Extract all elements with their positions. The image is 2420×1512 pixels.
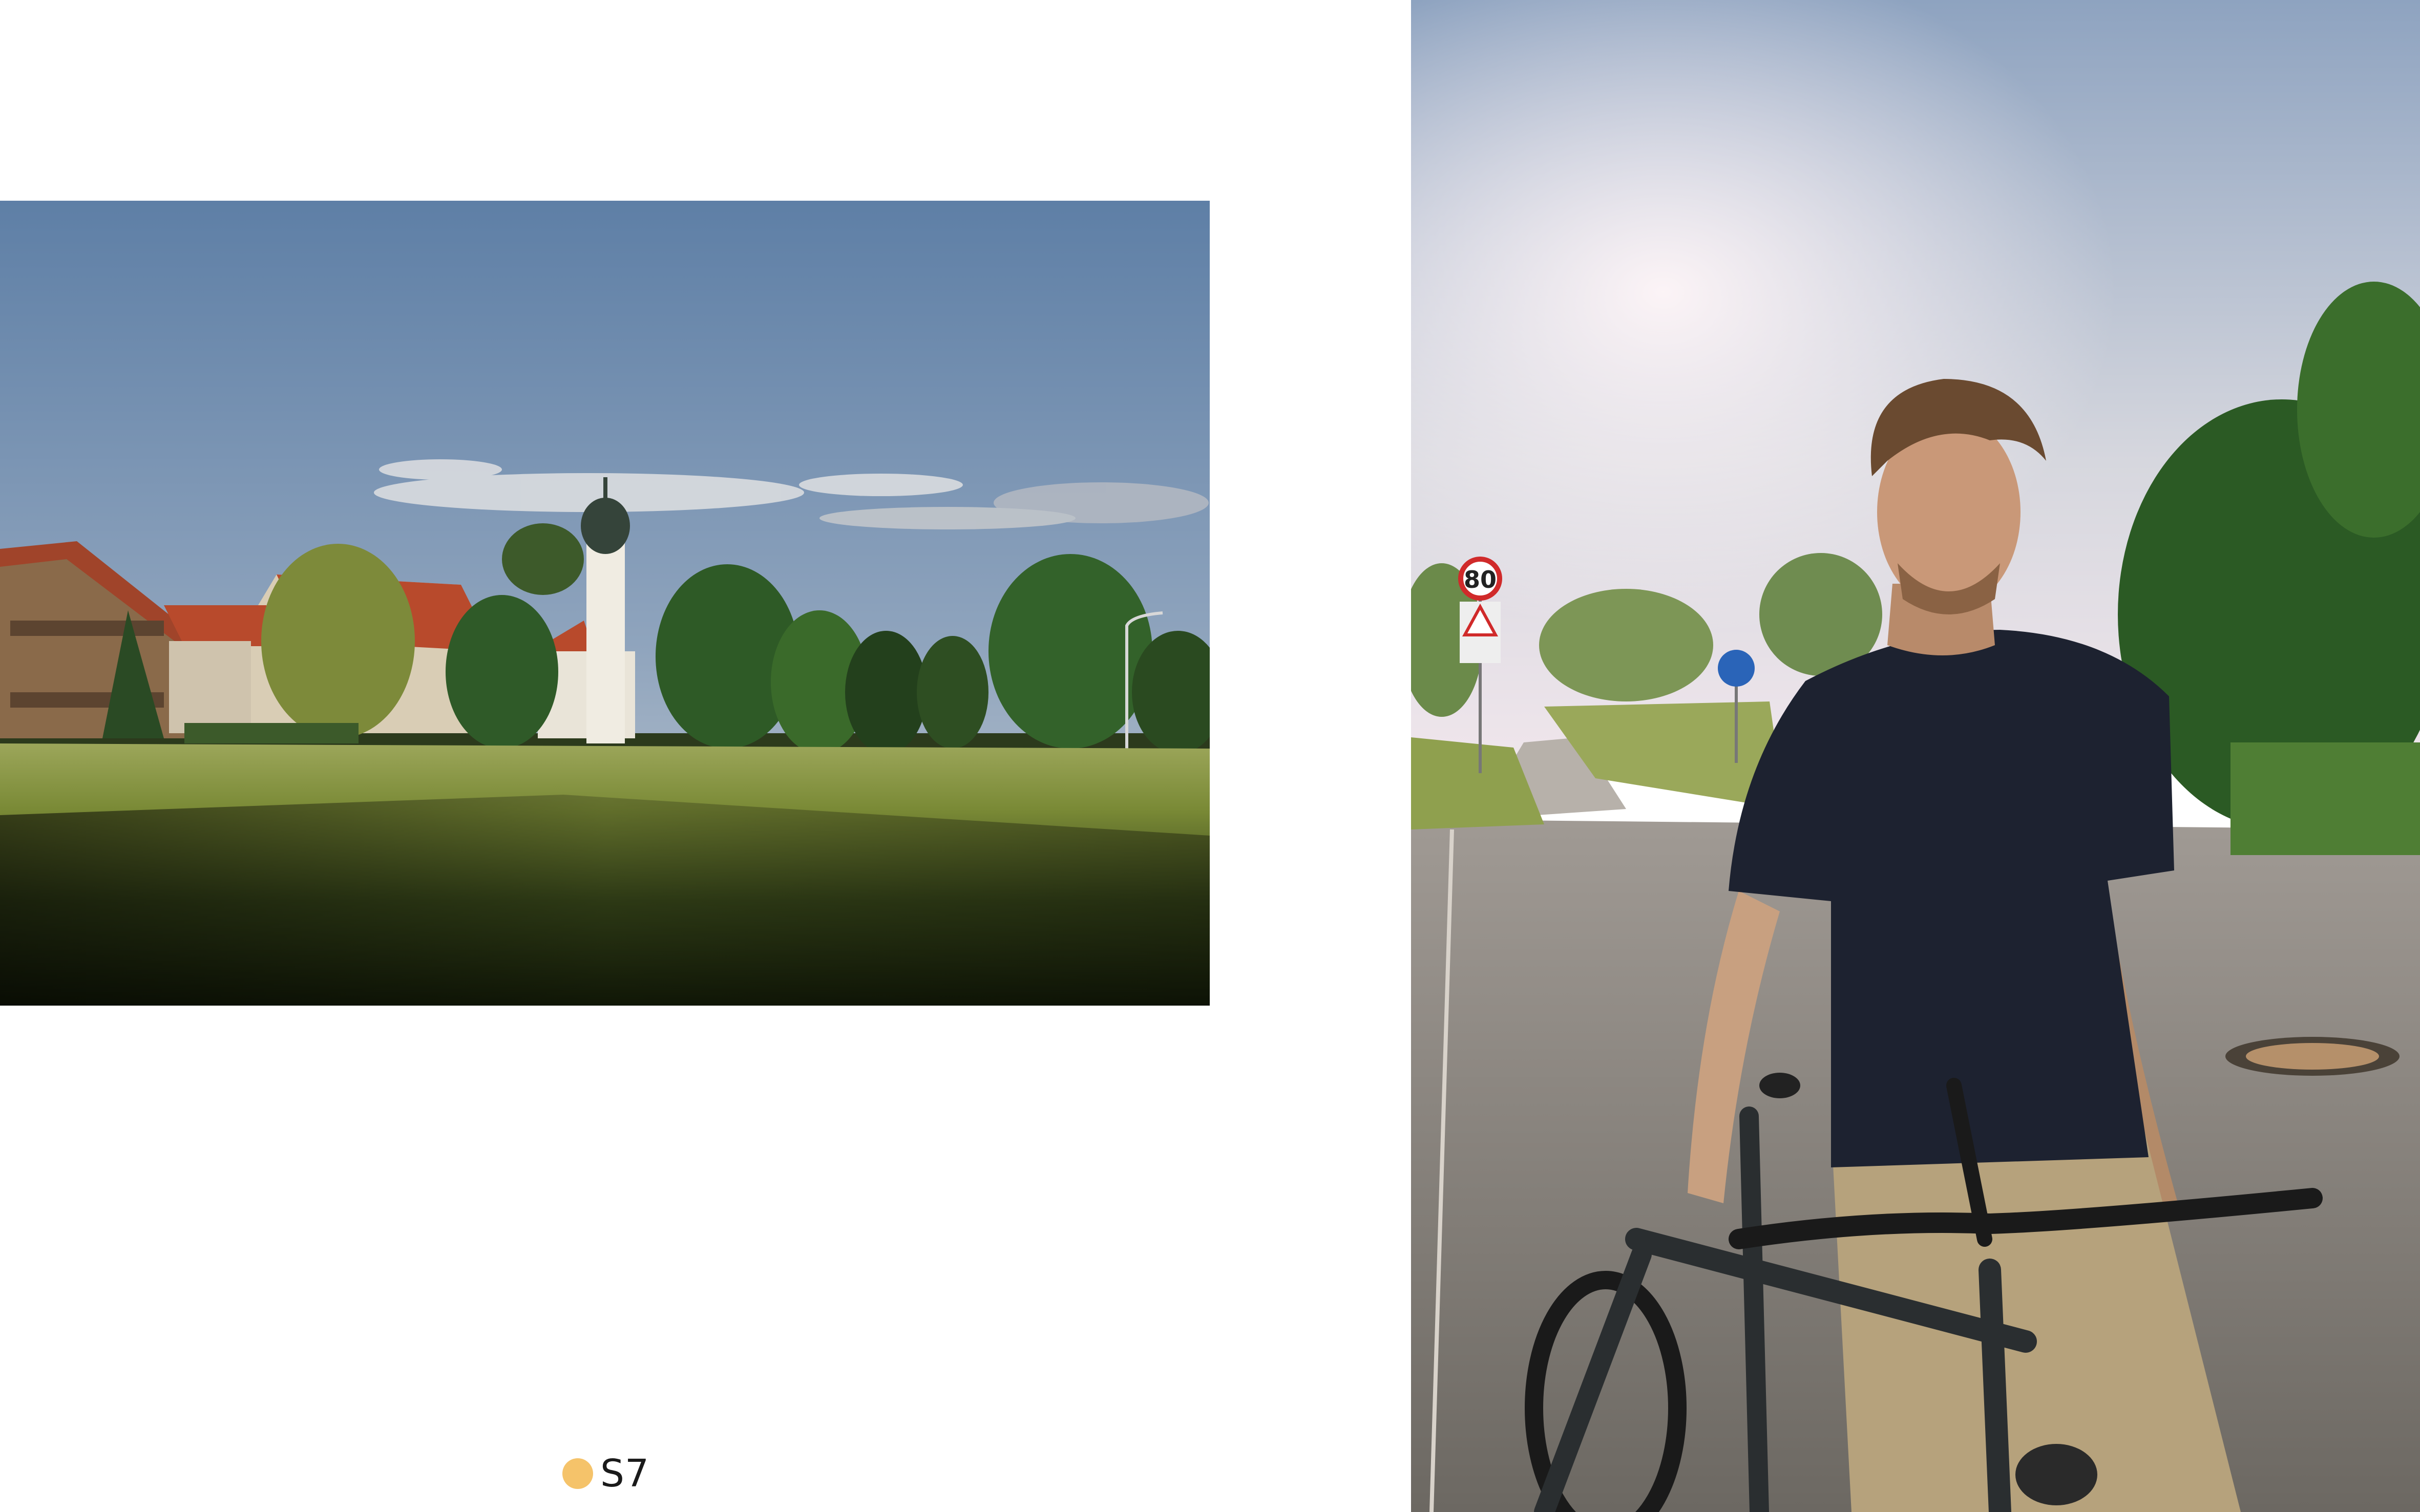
speed-limit-number: 80	[1464, 566, 1497, 593]
page-marker-dot	[562, 1458, 593, 1489]
portrait-scene: 80	[1411, 0, 2420, 1512]
portrait-photo: 80	[1411, 0, 2420, 1512]
cycle-path-sign	[1718, 650, 1755, 687]
landscape-scene	[0, 201, 1210, 1006]
page-marker: S7	[562, 1453, 649, 1494]
landscape-photo	[0, 201, 1210, 1006]
page-number: S7	[600, 1452, 650, 1496]
